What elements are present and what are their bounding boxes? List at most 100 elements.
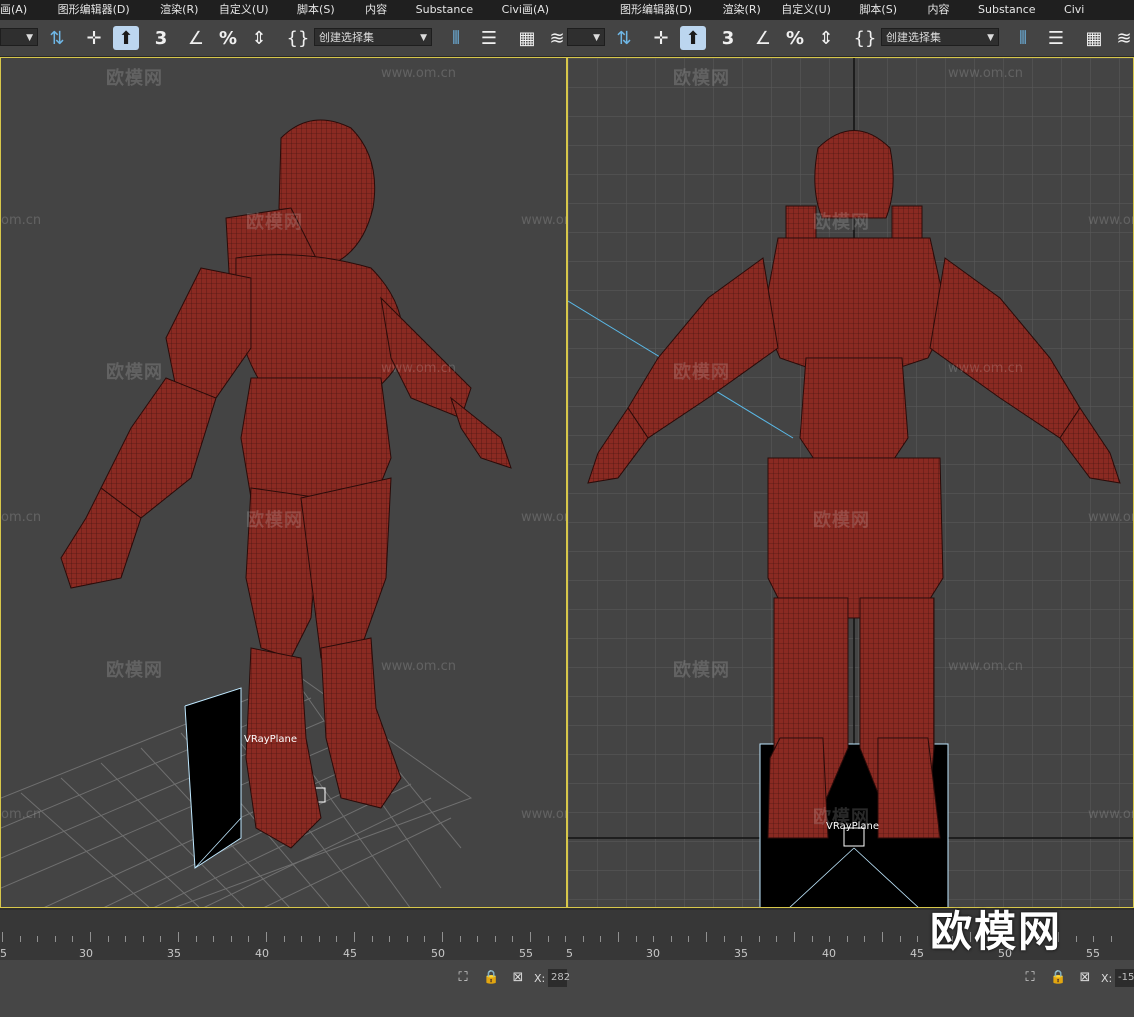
align-icon[interactable]: ☰ (476, 26, 502, 50)
angle-snap-icon[interactable]: ∠ (183, 26, 209, 50)
watermark: 欧模网 (106, 660, 163, 681)
mirror-icon[interactable]: ⫴ (443, 26, 469, 50)
tick-label: 40 (255, 947, 269, 960)
timeline-tick (2, 932, 3, 942)
select-object-icon[interactable]: ⬆ (680, 26, 706, 50)
watermark: 欧模网 (246, 212, 303, 233)
named-selection-dropdown[interactable]: 创建选择集 ▼ (881, 28, 999, 46)
x-coord-field[interactable]: -15 (1115, 969, 1134, 987)
snap-3d-icon[interactable]: 3 (148, 26, 174, 50)
menu-item-substance[interactable]: Substance (402, 0, 485, 20)
layer-explorer-icon[interactable]: ≋ (545, 26, 567, 50)
menu-item-civil[interactable]: Civi (1050, 0, 1095, 20)
main-toolbar: ▼ ⇅ ✛ ⬆ 3 ∠ % ⇕ {} 创建选择集 ▼ ⫴ ☰ ▦ ≋ (567, 20, 1134, 57)
tick-label: 45 (343, 947, 357, 960)
viewport-front[interactable]: VRayPlane 欧模网 www.om.cn 欧模网 www.om.cn 欧模… (567, 57, 1134, 908)
align-icon[interactable]: ☰ (1043, 26, 1069, 50)
move-icon[interactable]: ✛ (82, 26, 106, 50)
selection-set-text: 创建选择集 (886, 31, 941, 44)
timeline-tick (442, 932, 443, 942)
named-selection-icon[interactable]: {} (285, 26, 311, 50)
tick-label: 40 (822, 947, 836, 960)
menu-item-script[interactable]: 脚本(S) (283, 0, 346, 20)
tick-label: 5 (566, 947, 573, 960)
layer-explorer-icon[interactable]: ≋ (1112, 26, 1134, 50)
tick-label: 5 (0, 947, 7, 960)
lock-icon[interactable]: 🔒 (483, 970, 499, 986)
scene-explorer-icon[interactable]: ▦ (514, 26, 540, 50)
viewport-perspective[interactable]: VRayPlane 欧模网 www.om.cn om.cn 欧模网 www.om… (0, 57, 567, 908)
timeline-tick (582, 936, 584, 942)
lock-icon[interactable]: 🔒 (1050, 970, 1066, 986)
perspective-scene (1, 119, 512, 907)
snap-toggle-icon[interactable]: ⇅ (44, 26, 70, 50)
timeline-tick (107, 936, 109, 942)
timeline-tick (917, 936, 919, 942)
menu-item-substance[interactable]: Substance (964, 0, 1047, 20)
selection-filter-dropdown[interactable]: ▼ (567, 28, 605, 46)
menu-item-civil[interactable]: Civi画(A) (488, 0, 560, 20)
timeline-tick (565, 936, 567, 942)
watermark: 欧模网 (106, 362, 163, 383)
menu-item-customize[interactable]: 自定义(U) (775, 0, 842, 20)
menu-item-content[interactable]: 内容 (349, 0, 398, 20)
menu-item-fragment[interactable]: 画(A) (0, 0, 38, 20)
percent-snap-icon[interactable]: % (782, 26, 808, 50)
spinner-snap-icon[interactable]: ⇕ (247, 26, 271, 50)
named-selection-icon[interactable]: {} (852, 26, 878, 50)
absolute-mode-icon[interactable]: ⊠ (1077, 970, 1093, 986)
menu-item-graph-editors[interactable]: 图形编辑器(D) (42, 0, 141, 20)
menu-item-customize[interactable]: 自定义(U) (213, 0, 280, 20)
watermark: 欧模网 (673, 362, 730, 383)
timeline-tick (653, 936, 655, 942)
named-selection-dropdown[interactable]: 创建选择集 ▼ (314, 28, 432, 46)
select-object-icon[interactable]: ⬆ (113, 26, 139, 50)
menu-item-render[interactable]: 渲染(R) (144, 0, 209, 20)
angle-snap-icon[interactable]: ∠ (750, 26, 776, 50)
timeline-tick (72, 936, 74, 942)
watermark-url: www.om.cn (948, 659, 1023, 674)
timeline-tick (371, 936, 373, 942)
x-coord-field[interactable]: 282 (548, 969, 570, 987)
watermark: 欧模网 (106, 68, 163, 89)
timeline-tick (266, 932, 267, 942)
timeline-tick (1093, 936, 1095, 942)
scene-explorer-icon[interactable]: ▦ (1081, 26, 1107, 50)
selection-set-text: 创建选择集 (319, 31, 374, 44)
isolate-selection-icon[interactable]: ⛶ (1022, 970, 1038, 986)
timeline-tick (213, 936, 215, 942)
snap-3d-icon[interactable]: 3 (715, 26, 741, 50)
timeline-tick (195, 936, 197, 942)
timeline-tick (406, 936, 408, 942)
timeline-tick (336, 936, 338, 942)
watermark-url: www.om.cn (1088, 213, 1133, 228)
timeline-tick (600, 936, 602, 942)
move-icon[interactable]: ✛ (649, 26, 673, 50)
menu-item-content[interactable]: 内容 (912, 0, 961, 20)
tick-label: 35 (734, 947, 748, 960)
tick-label: 30 (79, 947, 93, 960)
timeline-tick (723, 936, 725, 942)
menu-item-render[interactable]: 渲染(R) (707, 0, 772, 20)
timeline-tick (1075, 936, 1077, 942)
menu-item-graph-editors[interactable]: 图形编辑器(D) (567, 0, 703, 20)
isolate-selection-icon[interactable]: ⛶ (455, 970, 471, 986)
watermark-url: www.om.cn (948, 66, 1023, 81)
chevron-down-icon: ▼ (26, 33, 33, 43)
timeline-tick (741, 936, 743, 942)
timeline-tick (459, 936, 461, 942)
snap-toggle-icon[interactable]: ⇅ (611, 26, 637, 50)
corner-watermark: 欧模网 (930, 907, 1063, 956)
absolute-mode-icon[interactable]: ⊠ (510, 970, 526, 986)
mirror-icon[interactable]: ⫴ (1010, 26, 1036, 50)
selection-filter-dropdown[interactable]: ▼ (0, 28, 38, 46)
timeline-tick (794, 932, 795, 942)
timeline-tick (90, 932, 91, 942)
tick-label: 35 (167, 947, 181, 960)
percent-snap-icon[interactable]: % (215, 26, 241, 50)
chevron-down-icon: ▼ (987, 33, 994, 43)
menu-bar: 画(A) 图形编辑器(D) 渲染(R) 自定义(U) 脚本(S) 内容 Subs… (0, 0, 567, 20)
spinner-snap-icon[interactable]: ⇕ (814, 26, 838, 50)
menu-item-script[interactable]: 脚本(S) (845, 0, 908, 20)
watermark-url: www.om.cn (521, 213, 566, 228)
